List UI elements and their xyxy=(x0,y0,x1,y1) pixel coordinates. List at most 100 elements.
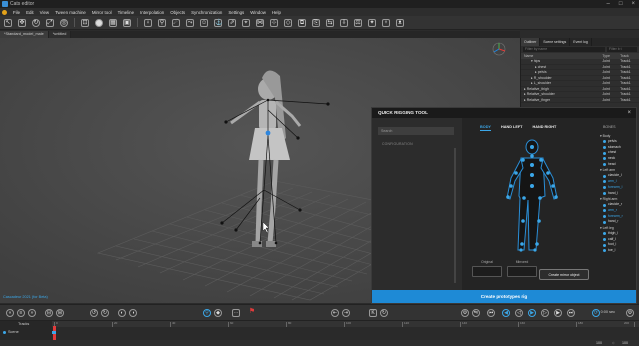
ghost-icon[interactable]: ◑ xyxy=(129,309,137,317)
pivot-tool-icon[interactable]: ◎ xyxy=(60,18,68,27)
tab-outliner[interactable]: Outliner xyxy=(521,38,541,46)
frame-value[interactable]: 100 xyxy=(596,340,602,346)
menu-interpolation[interactable]: Interpolation xyxy=(140,10,164,15)
collapse-icon[interactable]: ⊟ xyxy=(45,309,53,317)
tab-standard-model[interactable]: *Standard_model_male xyxy=(0,31,49,38)
trajectory-icon[interactable]: ⤳ xyxy=(186,18,194,27)
menu-mirror-tool[interactable]: Mirror tool xyxy=(92,10,112,15)
onion-skin-icon[interactable]: ◐ xyxy=(118,309,126,317)
bake-icon[interactable]: K xyxy=(369,309,377,317)
loop-back-icon[interactable]: ↻ xyxy=(101,309,109,317)
copy-icon[interactable]: ⧉ xyxy=(298,18,306,27)
rig-icon[interactable]: ✦ xyxy=(368,18,376,27)
play-icon[interactable]: ▶ xyxy=(528,309,536,317)
tick-label: 80 xyxy=(288,321,292,325)
minimize-icon[interactable]: – xyxy=(607,0,610,8)
key-pose-icon[interactable]: ⚲ xyxy=(203,309,211,317)
bone-toe-l[interactable]: toe_l xyxy=(600,248,636,254)
playback-mode-icon[interactable]: ⟳ xyxy=(592,309,600,317)
move-tool-icon[interactable]: ✥ xyxy=(18,18,26,27)
create-mirror-object-button[interactable]: Create mirror object xyxy=(539,269,589,280)
table-row[interactable]: ▸ Relative_finger Joint Track1 xyxy=(521,98,639,103)
go-start-icon[interactable]: ⏮ xyxy=(487,309,495,317)
menu-window[interactable]: Window xyxy=(250,10,266,15)
scrollbar[interactable] xyxy=(454,148,456,283)
interval-right-icon[interactable]: » xyxy=(28,309,36,317)
go-end-icon[interactable]: ⏭ xyxy=(567,309,575,317)
mirror-toggle-icon[interactable]: ⇋ xyxy=(472,309,480,317)
timeline-ruler[interactable]: 0 20 40 60 80 100 120 140 160 180 200 xyxy=(52,321,639,327)
prev-frame-icon[interactable]: ◁ xyxy=(515,309,523,317)
character-icon[interactable]: ☺ xyxy=(200,18,208,27)
jump-icon[interactable]: ⇗ xyxy=(228,18,236,27)
track-row[interactable]: Scene xyxy=(3,330,19,334)
close-icon[interactable]: × xyxy=(631,0,635,8)
search-input[interactable]: Search xyxy=(378,127,454,135)
fulcrum-icon[interactable]: ⚓ xyxy=(214,18,222,27)
ik-icon[interactable]: ⋈ xyxy=(256,18,264,27)
menu-file[interactable]: File xyxy=(13,10,20,15)
pose-icon[interactable]: ♀ xyxy=(144,18,152,27)
expand-icon[interactable]: ⊞ xyxy=(56,309,64,317)
interpolation-icon[interactable]: ⋯ xyxy=(232,309,240,317)
close-icon[interactable]: × xyxy=(627,108,631,118)
tab-hand-right[interactable]: HAND RIGHT xyxy=(533,125,557,131)
menu-settings[interactable]: Settings xyxy=(228,10,244,15)
frame-end[interactable]: 100 xyxy=(622,340,628,346)
interval-icon[interactable]: ≡ xyxy=(17,309,25,317)
menu-edit[interactable]: Edit xyxy=(26,10,34,15)
mirrored-drop-field[interactable] xyxy=(507,266,537,277)
tab-event-log[interactable]: Event log xyxy=(570,38,592,46)
pin-icon[interactable]: ⌖ xyxy=(242,18,250,27)
sphere-icon[interactable] xyxy=(95,18,103,27)
next-key-icon[interactable]: ▶ xyxy=(554,309,562,317)
settings-icon[interactable]: ⚙ xyxy=(626,309,634,317)
menu-tween-machine[interactable]: Tween machine xyxy=(55,10,86,15)
paste-icon[interactable]: ⎘ xyxy=(312,18,320,27)
snap-icon[interactable]: ⊹ xyxy=(270,18,278,27)
cat-icon[interactable]: ᴥ xyxy=(396,18,404,27)
autophysics-icon[interactable]: ♆ xyxy=(382,18,390,27)
shift-right-icon[interactable]: ⇥ xyxy=(342,309,350,317)
selected-joint[interactable] xyxy=(265,130,271,136)
next-frame-icon[interactable]: ▷ xyxy=(541,309,549,317)
prev-key-icon[interactable]: ◀ xyxy=(502,309,510,317)
grid-icon[interactable]: ▦ xyxy=(109,18,117,27)
maximize-icon[interactable]: □ xyxy=(619,0,623,8)
menu-help[interactable]: Help xyxy=(272,10,281,15)
menu-objects[interactable]: Objects xyxy=(170,10,185,15)
record-icon[interactable]: ⚑ xyxy=(248,308,256,317)
menu-view[interactable]: View xyxy=(40,10,49,15)
cube-icon[interactable]: ▣ xyxy=(123,18,131,27)
focus-icon[interactable]: ⊡ xyxy=(81,18,89,27)
interval-left-icon[interactable]: « xyxy=(6,309,14,317)
original-drop-field[interactable] xyxy=(472,266,502,277)
unbake-icon[interactable]: ↻ xyxy=(380,309,388,317)
body-silhouette-diagram[interactable] xyxy=(502,138,562,256)
tab-hand-left[interactable]: HAND LEFT xyxy=(501,125,523,131)
tab-untitled[interactable]: *untitled xyxy=(48,31,72,38)
menu-synchronization[interactable]: Synchronization xyxy=(191,10,222,15)
tick-label: 180 xyxy=(578,321,584,325)
select-tool-icon[interactable]: ↖ xyxy=(4,18,12,27)
tab-scene-settings[interactable]: Scene settings xyxy=(540,38,571,46)
key-frame-icon[interactable]: ◆ xyxy=(214,309,222,317)
create-prototypes-rig-button[interactable]: Create prototypes rig xyxy=(372,290,636,303)
filter-name-input[interactable]: Filter by name xyxy=(523,47,605,52)
balance-icon[interactable]: ⚖ xyxy=(354,18,362,27)
mirror-icon[interactable]: ⇆ xyxy=(326,18,334,27)
shift-left-icon[interactable]: ⇤ xyxy=(331,309,339,317)
gravity-icon[interactable]: ⇩ xyxy=(340,18,348,27)
menu-timeline[interactable]: Timeline xyxy=(118,10,134,15)
keyframe-marker[interactable] xyxy=(52,331,56,334)
rotate-tool-icon[interactable]: ↻ xyxy=(32,18,40,27)
walk-icon[interactable]: ⚲ xyxy=(158,18,166,27)
range-handle-icon[interactable]: ⬦ xyxy=(612,340,615,346)
tab-body[interactable]: BODY xyxy=(480,125,491,131)
scale-tool-icon[interactable]: ⤢ xyxy=(46,18,54,27)
key-icon[interactable]: ◇ xyxy=(284,18,292,27)
loop-icon[interactable]: ↺ xyxy=(90,309,98,317)
physics-toggle-icon[interactable]: ⚙ xyxy=(461,309,469,317)
filter-type-input[interactable]: Filter b t xyxy=(607,47,637,52)
physics-icon[interactable]: ☄ xyxy=(172,18,180,27)
